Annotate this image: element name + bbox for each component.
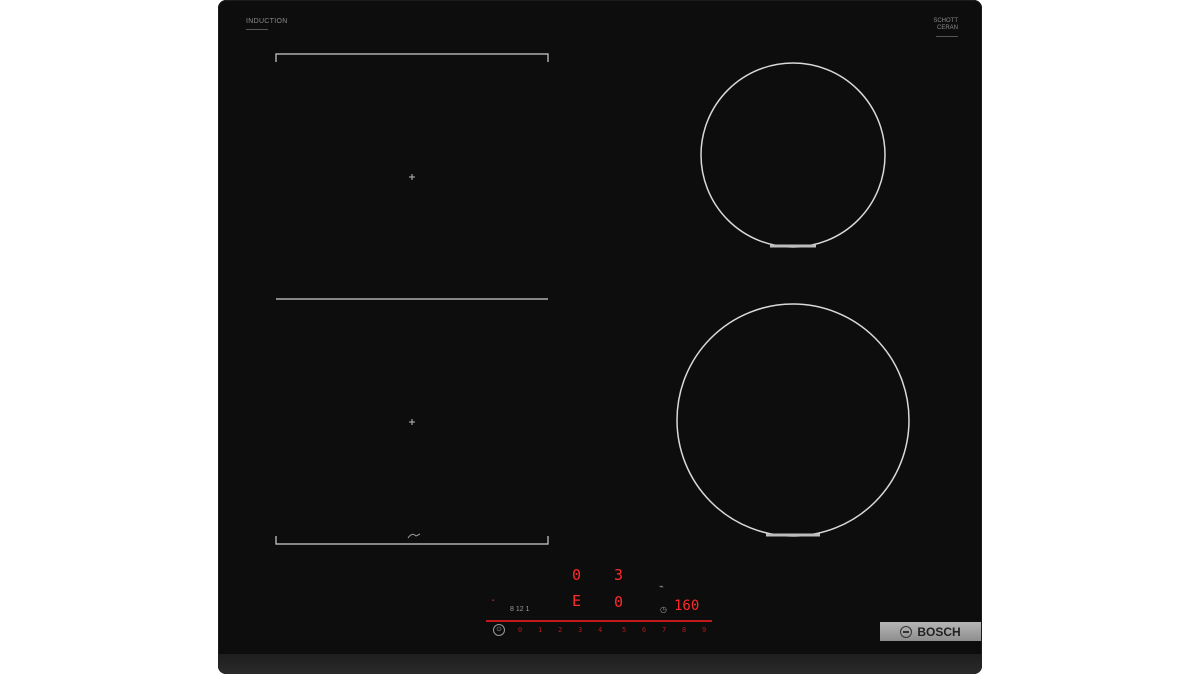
pan-icon[interactable]: ⌁ xyxy=(659,582,664,591)
zone-display-3: E xyxy=(572,592,582,610)
timer-display: 160 xyxy=(674,598,700,614)
cooking-zone-bottom-right xyxy=(676,303,910,537)
slider-scale-0[interactable]: 0 xyxy=(518,626,522,634)
flex-zone-bottom-bracket xyxy=(275,536,549,545)
timer-icon[interactable]: ◷ xyxy=(660,605,667,614)
slider-scale-3[interactable]: 3 xyxy=(578,626,582,634)
zone-display-2: 3 xyxy=(614,566,624,584)
bosch-logo-badge: BOSCH xyxy=(880,622,981,641)
bosch-logo-icon xyxy=(900,625,913,638)
timer-label: 8 12 1 xyxy=(510,606,530,613)
slider-scale-5[interactable]: 5 xyxy=(622,626,626,634)
cooktop-glass-surface: INDUCTION SCHOTT CERAN 0 3 E 0 160 8 12 … xyxy=(218,0,982,674)
slider-scale-9[interactable]: 9 xyxy=(702,626,706,634)
power-icon[interactable]: ⏻ xyxy=(493,624,505,636)
plus-icon xyxy=(409,419,415,425)
zone-display-1: 0 xyxy=(572,566,582,584)
slider-scale-2[interactable]: 2 xyxy=(558,626,562,634)
indicator-icon: ▪ xyxy=(492,598,495,604)
cooking-zone-top-right xyxy=(700,62,886,248)
slider-scale-8[interactable]: 8 xyxy=(682,626,686,634)
slider-scale-6[interactable]: 6 xyxy=(642,626,646,634)
pan-icon xyxy=(407,533,421,539)
zone-display-4: 0 xyxy=(614,593,624,611)
slider-scale-7[interactable]: 7 xyxy=(662,626,666,634)
power-slider[interactable] xyxy=(486,620,712,622)
slider-scale-1[interactable]: 1 xyxy=(538,626,542,634)
plus-icon xyxy=(409,174,415,180)
bosch-logo-text: BOSCH xyxy=(917,624,961,639)
slider-scale-4[interactable]: 4 xyxy=(598,626,602,634)
cooking-zones xyxy=(275,53,910,545)
flex-zone-top-bracket xyxy=(275,53,549,62)
cooktop-frame xyxy=(218,654,982,674)
